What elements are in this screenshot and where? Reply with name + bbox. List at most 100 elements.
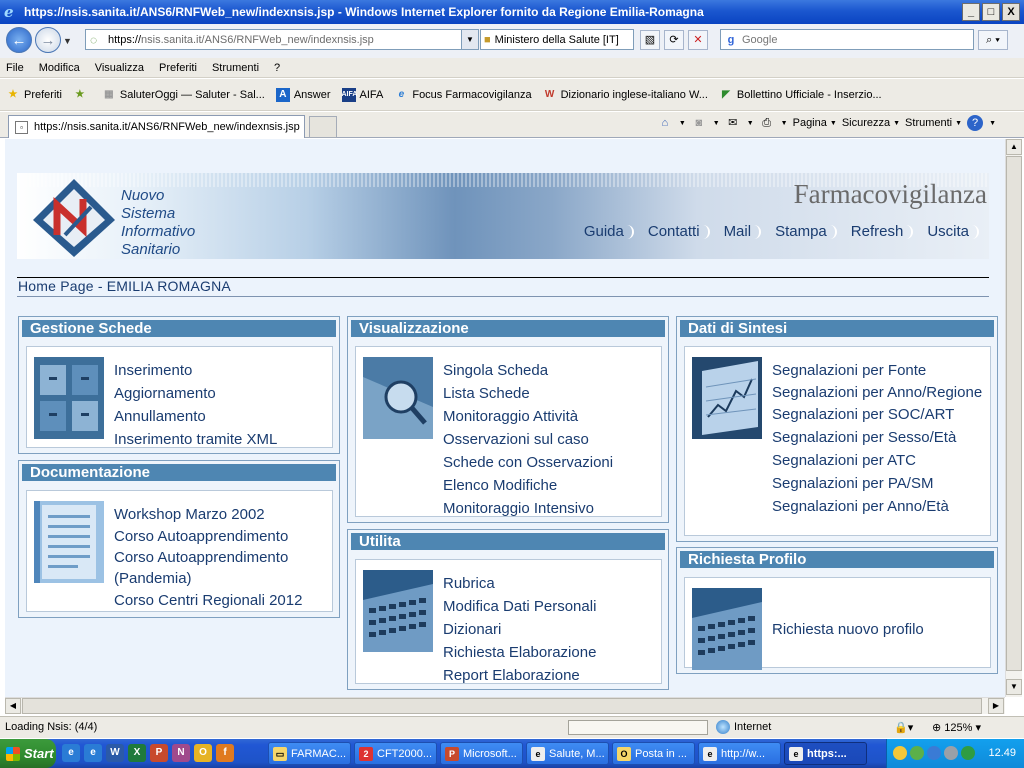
link-inserimento[interactable]: Inserimento <box>114 359 277 382</box>
nav-refresh[interactable]: Refresh <box>851 223 914 240</box>
menu-help[interactable]: ? <box>274 62 280 74</box>
security-zone[interactable]: Internet <box>716 720 771 734</box>
link-monitoraggio-attivita[interactable]: Monitoraggio Attività <box>443 405 613 428</box>
refresh-icon[interactable]: ⟳ <box>664 30 684 50</box>
mail-button[interactable]: ✉ ▼ <box>725 115 754 131</box>
stop-icon[interactable]: ✕ <box>688 30 708 50</box>
menu-file[interactable]: File <box>6 62 24 74</box>
scroll-down-icon[interactable]: ▼ <box>1006 679 1022 695</box>
link-elenco-modifiche[interactable]: Elenco Modifiche <box>443 474 613 497</box>
close-button[interactable]: X <box>1002 3 1020 21</box>
nav-contatti[interactable]: Contatti <box>648 223 710 240</box>
link-corso-autoapprendimento[interactable]: Corso Autoapprendimento <box>114 526 329 547</box>
forward-button[interactable]: → <box>35 27 61 53</box>
add-favorite-button[interactable]: ★ <box>73 88 91 102</box>
link-singola-scheda[interactable]: Singola Scheda <box>443 359 613 382</box>
tray-icon[interactable] <box>893 746 907 760</box>
task-button[interactable]: P Microsoft... <box>440 742 523 765</box>
back-button[interactable]: ← <box>6 27 32 53</box>
search-input[interactable]: g Google <box>720 29 974 50</box>
favorites-button[interactable]: ★ Preferiti <box>6 88 62 102</box>
tools-menu[interactable]: Strumenti ▼ <box>905 117 962 129</box>
tray-icon[interactable] <box>910 746 924 760</box>
help-button[interactable]: ? ▼ <box>967 115 996 131</box>
onenote-icon[interactable]: N <box>172 744 190 762</box>
link-richiesta-elaborazione[interactable]: Richiesta Elaborazione <box>443 641 596 664</box>
ie-icon[interactable]: e <box>84 744 102 762</box>
tab-active[interactable]: ▫ https://nsis.sanita.it/ANS6/RNFWeb_new… <box>8 115 305 138</box>
scroll-thumb[interactable] <box>22 698 982 714</box>
security-report[interactable]: ■ Ministero della Salute [IT] <box>480 29 634 50</box>
ie-icon[interactable]: e <box>62 744 80 762</box>
favorite-link[interactable]: e Focus Farmacovigilanza <box>394 88 532 102</box>
favorite-link[interactable]: ◤ Bollettino Ufficiale - Inserzio... <box>719 88 882 102</box>
menu-preferiti[interactable]: Preferiti <box>159 62 197 74</box>
nav-stampa[interactable]: Stampa <box>775 223 837 240</box>
nav-uscita[interactable]: Uscita <box>927 223 979 240</box>
tray-icon[interactable] <box>927 746 941 760</box>
task-button[interactable]: e http://w... <box>698 742 781 765</box>
start-button[interactable]: Start <box>0 739 56 768</box>
link-segnalazioni-sesso-eta[interactable]: Segnalazioni per Sesso/Età <box>772 426 984 449</box>
favorite-link[interactable]: W Dizionario inglese-italiano W... <box>543 88 708 102</box>
safety-menu[interactable]: Sicurezza ▼ <box>842 117 900 129</box>
menu-visualizza[interactable]: Visualizza <box>95 62 144 74</box>
scroll-left-icon[interactable]: ◀ <box>5 698 21 714</box>
favorite-link[interactable]: A Answer <box>275 87 331 102</box>
link-segnalazioni-fonte[interactable]: Segnalazioni per Fonte <box>772 359 984 382</box>
vertical-scrollbar[interactable]: ▲ ▼ <box>1005 139 1022 697</box>
link-report-elaborazione[interactable]: Report Elaborazione <box>443 664 596 687</box>
tray-icon[interactable] <box>944 746 958 760</box>
link-segnalazioni-anno-eta[interactable]: Segnalazioni per Anno/Età <box>772 495 984 518</box>
print-button[interactable]: ⎙ ▼ <box>759 115 787 131</box>
new-tab-button[interactable] <box>309 116 337 138</box>
task-button-active[interactable]: e https:... <box>784 742 867 765</box>
minimize-button[interactable]: _ <box>962 3 980 21</box>
link-segnalazioni-anno-regione[interactable]: Segnalazioni per Anno/Regione <box>772 382 984 403</box>
link-schede-osservazioni[interactable]: Schede con Osservazioni <box>443 451 613 474</box>
task-button[interactable]: 2 CFT2000... <box>354 742 437 765</box>
page-menu[interactable]: Pagina ▼ <box>793 117 837 129</box>
link-modifica-dati[interactable]: Modifica Dati Personali <box>443 595 596 618</box>
excel-icon[interactable]: X <box>128 744 146 762</box>
scroll-right-icon[interactable]: ▶ <box>988 698 1004 714</box>
link-rubrica[interactable]: Rubrica <box>443 572 596 595</box>
link-segnalazioni-atc[interactable]: Segnalazioni per ATC <box>772 449 984 472</box>
link-corso-pandemia[interactable]: Corso Autoapprendimento (Pandemia) <box>114 547 329 589</box>
search-icon[interactable]: ⌕ ▾ <box>978 30 1008 50</box>
task-button[interactable]: O Posta in ... <box>612 742 695 765</box>
history-dropdown-icon[interactable]: ▼ <box>63 36 72 46</box>
link-segnalazioni-pa-sm[interactable]: Segnalazioni per PA/SM <box>772 472 984 495</box>
nav-guida[interactable]: Guida <box>584 223 634 240</box>
link-annullamento[interactable]: Annullamento <box>114 405 277 428</box>
task-button[interactable]: ▭ FARMAC... <box>268 742 351 765</box>
scroll-thumb[interactable] <box>1006 156 1022 671</box>
horizontal-scrollbar[interactable]: ◀ ▶ <box>5 697 1005 714</box>
scroll-up-icon[interactable]: ▲ <box>1006 139 1022 155</box>
favorite-link[interactable]: ▦ SaluterOggi — Saluter - Sal... <box>102 88 265 102</box>
outlook-icon[interactable]: O <box>194 744 212 762</box>
link-corso-centri-regionali[interactable]: Corso Centri Regionali 2012 <box>114 589 329 612</box>
maximize-button[interactable]: □ <box>982 3 1000 21</box>
link-monitoraggio-intensivo[interactable]: Monitoraggio Intensivo <box>443 497 613 520</box>
link-inserimento-xml[interactable]: Inserimento tramite XML <box>114 428 277 451</box>
network-icon[interactable] <box>961 746 975 760</box>
menu-modifica[interactable]: Modifica <box>39 62 80 74</box>
link-richiesta-nuovo-profilo[interactable]: Richiesta nuovo profilo <box>772 618 924 641</box>
feeds-button[interactable]: ◙ ▼ <box>691 115 719 131</box>
window-titlebar[interactable]: e https://nsis.sanita.it/ANS6/RNFWeb_new… <box>0 0 1024 24</box>
nav-mail[interactable]: Mail <box>724 223 762 240</box>
link-dizionari[interactable]: Dizionari <box>443 618 596 641</box>
link-segnalazioni-soc-art[interactable]: Segnalazioni per SOC/ART <box>772 403 984 426</box>
powerpoint-icon[interactable]: P <box>150 744 168 762</box>
menu-strumenti[interactable]: Strumenti <box>212 62 259 74</box>
link-workshop[interactable]: Workshop Marzo 2002 <box>114 503 329 526</box>
compatibility-view-icon[interactable]: ▧ <box>640 30 660 50</box>
favorite-link[interactable]: AIFA AIFA <box>341 87 383 102</box>
link-osservazioni[interactable]: Osservazioni sul caso <box>443 428 613 451</box>
protected-mode-icon[interactable]: 🔒▾ <box>894 721 913 734</box>
link-lista-schede[interactable]: Lista Schede <box>443 382 613 405</box>
word-icon[interactable]: W <box>106 744 124 762</box>
task-button[interactable]: e Salute, M... <box>526 742 609 765</box>
firefox-icon[interactable]: f <box>216 744 234 762</box>
